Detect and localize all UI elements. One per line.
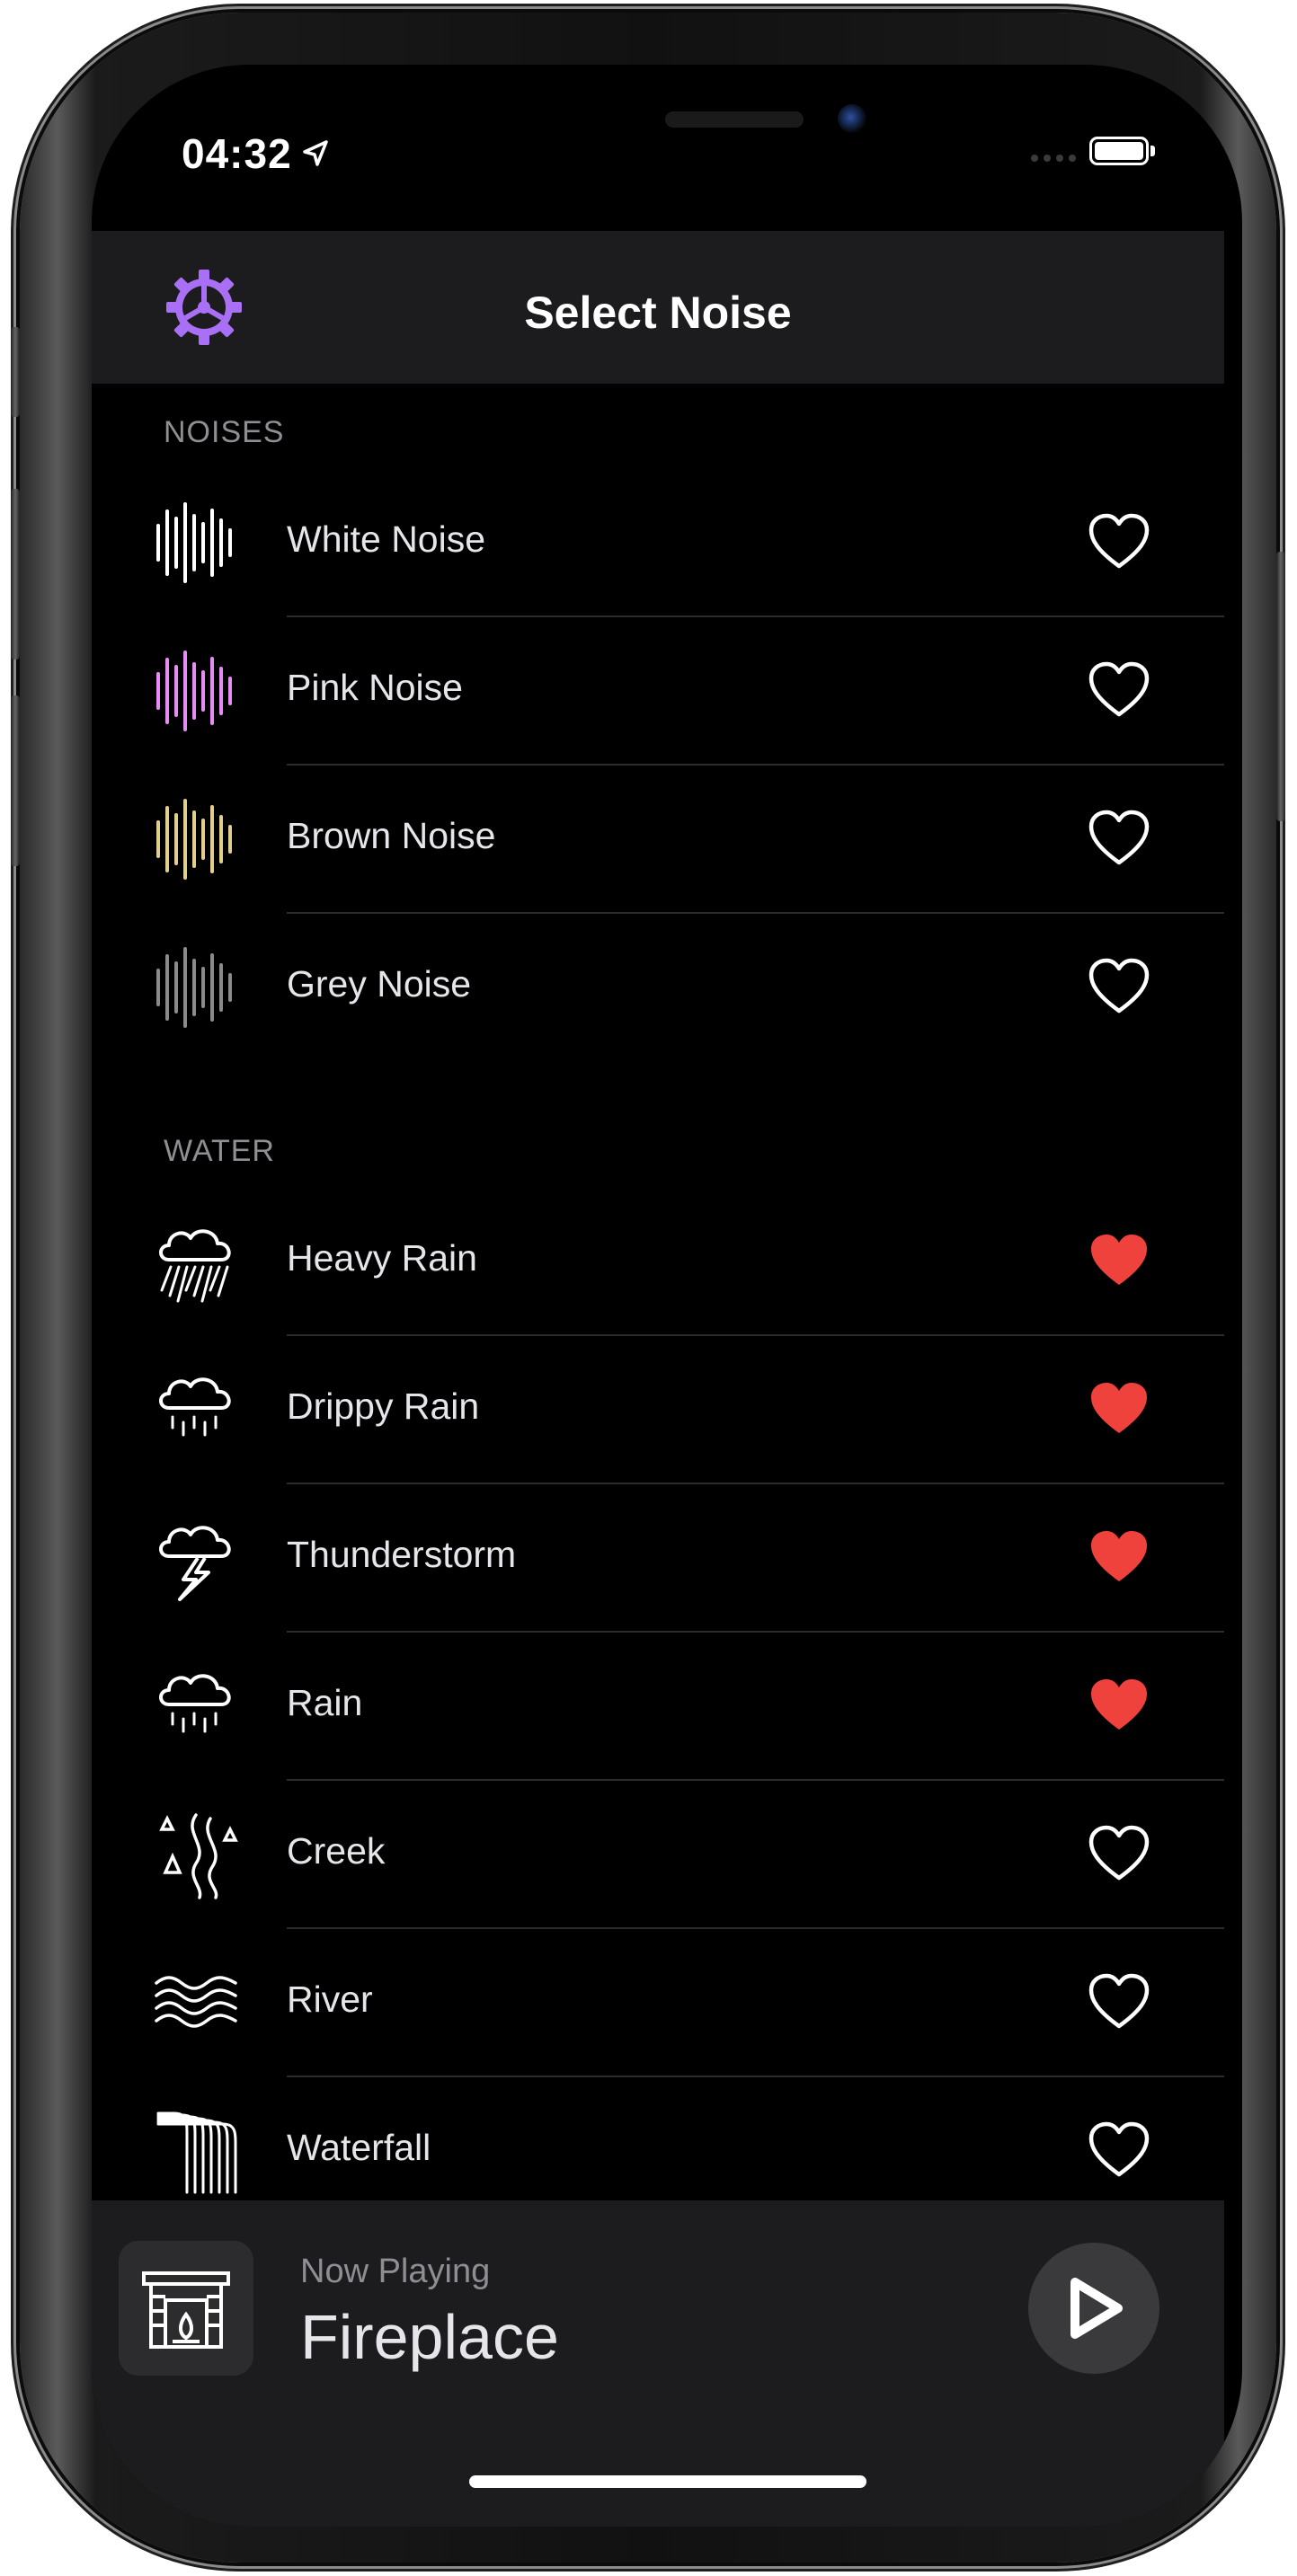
now-playing-artwork: [119, 2241, 253, 2376]
list-item-label: Thunderstorm: [287, 1534, 517, 1575]
heart-filled-icon[interactable]: [1088, 1527, 1150, 1585]
heart-outline-icon[interactable]: [1088, 1824, 1150, 1881]
list-item[interactable]: Heavy Rain: [92, 1188, 1224, 1336]
thunderstorm-icon: [159, 1526, 231, 1601]
waveform-icon: [156, 947, 232, 1028]
now-playing-title: Fireplace: [300, 2302, 559, 2372]
list-item-label: Grey Noise: [287, 963, 472, 1005]
list-item[interactable]: Creek: [92, 1781, 1224, 1929]
speaker-grille: [665, 111, 804, 128]
heart-filled-icon[interactable]: [1088, 1231, 1150, 1288]
mute-switch: [11, 327, 20, 417]
heart-outline-icon[interactable]: [1088, 2120, 1150, 2178]
heart-outline-icon[interactable]: [1088, 1972, 1150, 2030]
list-item-label: River: [287, 1978, 373, 2020]
waveform-icon: [156, 799, 232, 880]
list-item[interactable]: Drippy Rain: [92, 1336, 1224, 1484]
heart-filled-icon[interactable]: [1088, 1676, 1150, 1733]
page-title: Select Noise: [524, 288, 792, 338]
list-item-label: Creek: [287, 1830, 386, 1872]
list-item[interactable]: Rain: [92, 1633, 1224, 1781]
heart-outline-icon[interactable]: [1088, 512, 1150, 570]
waveform-icon: [156, 502, 232, 583]
heart-filled-icon[interactable]: [1088, 1379, 1150, 1437]
list-item[interactable]: Brown Noise: [92, 766, 1224, 914]
list-item[interactable]: Pink Noise: [92, 617, 1224, 766]
list-item-label: Brown Noise: [287, 815, 496, 856]
river-icon: [155, 1976, 237, 2028]
battery-icon: [1089, 137, 1149, 165]
section-header: NOISES: [164, 415, 285, 449]
front-camera: [838, 104, 866, 133]
list-item[interactable]: Grey Noise: [92, 914, 1224, 1062]
home-indicator[interactable]: [469, 2475, 866, 2488]
play-icon: [1070, 2278, 1123, 2339]
list-item-label: White Noise: [287, 518, 486, 560]
list-item-label: Pink Noise: [287, 667, 463, 708]
location-arrow-icon: [302, 140, 328, 166]
play-button[interactable]: [1028, 2243, 1159, 2374]
section-header: WATER: [164, 1134, 275, 1168]
waveform-icon: [156, 651, 232, 731]
rain-icon: [159, 1674, 231, 1733]
list-item-label: Waterfall: [287, 2127, 431, 2168]
list-item-label: Drippy Rain: [287, 1385, 480, 1427]
heart-outline-icon[interactable]: [1088, 809, 1150, 866]
list-item-label: Rain: [287, 1682, 363, 1723]
cellular-signal-icon: [1031, 155, 1076, 162]
notch: [442, 65, 982, 171]
volume-up-button: [11, 489, 20, 659]
heart-outline-icon[interactable]: [1088, 957, 1150, 1014]
list-item-label: Heavy Rain: [287, 1237, 477, 1279]
screen: 04:32 Select Noise NOISES White Noise Pi…: [92, 65, 1242, 2527]
drippy-rain-icon: [159, 1377, 231, 1437]
now-playing-label: Now Playing: [300, 2253, 491, 2290]
fireplace-icon: [142, 2271, 230, 2349]
power-button: [1276, 552, 1285, 821]
creek-icon: [159, 1813, 238, 1899]
navigation-bar: Select Noise: [92, 231, 1224, 384]
status-time-label: 04:32: [182, 130, 292, 177]
list-item[interactable]: River: [92, 1929, 1224, 2077]
list-item[interactable]: White Noise: [92, 469, 1224, 617]
list-item[interactable]: Thunderstorm: [92, 1484, 1224, 1633]
battery-tip: [1150, 146, 1155, 156]
heart-outline-icon[interactable]: [1088, 660, 1150, 718]
volume-down-button: [11, 695, 20, 866]
phone-frame: 04:32 Select Noise NOISES White Noise Pi…: [11, 13, 1285, 2563]
waterfall-icon: [156, 2111, 237, 2194]
status-bar-time: 04:32: [182, 129, 330, 178]
heavy-rain-icon: [159, 1229, 231, 1303]
